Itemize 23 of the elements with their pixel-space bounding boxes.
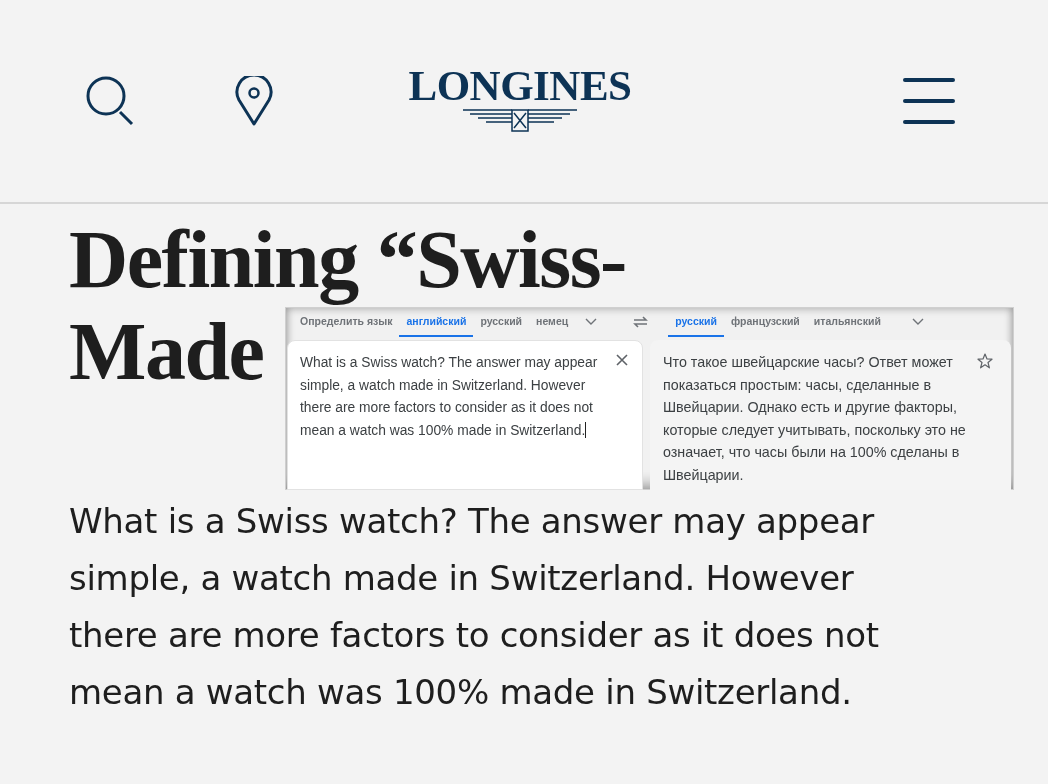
page-heading-line: Defining “Swiss- xyxy=(69,214,626,306)
language-tab[interactable]: русский xyxy=(668,307,724,337)
swap-arrows-icon[interactable] xyxy=(633,316,649,328)
menu-icon[interactable] xyxy=(903,77,955,125)
star-icon[interactable] xyxy=(977,353,993,369)
chevron-down-icon[interactable] xyxy=(585,318,598,326)
close-icon[interactable] xyxy=(616,354,628,366)
winged-hourglass-emblem-icon xyxy=(462,108,578,132)
language-tab[interactable]: Определить язык xyxy=(293,307,400,337)
language-tab[interactable]: английский xyxy=(399,307,474,337)
text-cursor xyxy=(585,421,587,438)
intro-paragraph: What is a Swiss watch? The answer may appear simple, a watch made in Switzerland. However there are more factors to consider as it does not mean a watch was 100% made in Switzerland. xyxy=(69,500,880,714)
logo-wordmark[interactable]: LONGINES xyxy=(408,64,632,108)
language-tab[interactable]: немец xyxy=(529,307,576,337)
page-heading-line: Made xyxy=(69,306,264,398)
language-tab[interactable]: итальянский xyxy=(806,307,888,337)
source-text-field[interactable]: What is a Swiss watch? The answer may appear simple, a watch made in Switzerland. However there are more factors to consider as it does not mean a watch was 100% made in Switzerland. xyxy=(287,340,643,490)
language-tab[interactable]: французский xyxy=(723,307,807,337)
chevron-down-icon[interactable] xyxy=(911,318,924,326)
location-pin-icon[interactable] xyxy=(235,76,273,126)
search-icon[interactable] xyxy=(86,76,134,126)
translation-text: Что такое швейцарские часы? Ответ может показаться простым: часы, сделанные в Швейцарии. Однако есть и другие факторы, которые следует учитывать, поскольку это не означает, что часы были на 100% сделаны в Швейцарии. xyxy=(663,353,967,485)
language-tab[interactable]: русский xyxy=(473,307,530,337)
